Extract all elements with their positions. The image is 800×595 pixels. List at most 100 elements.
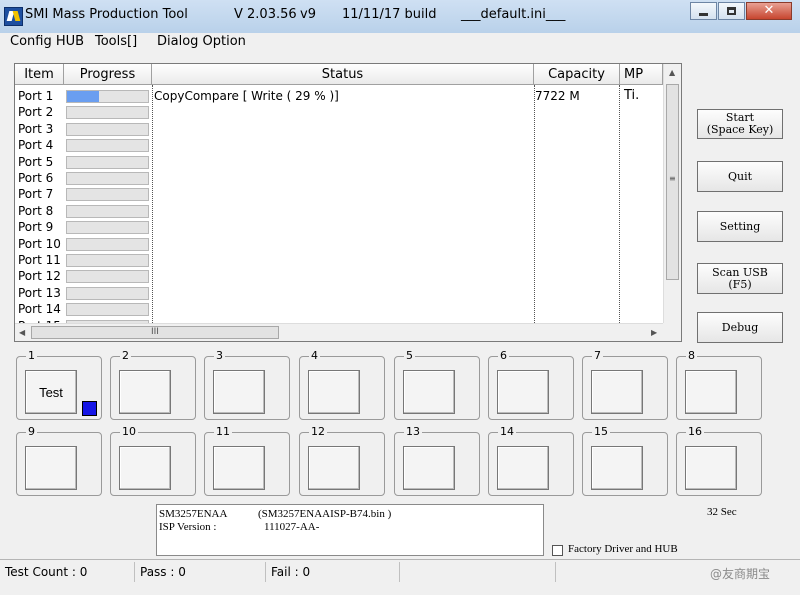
device-slot: 8: [676, 349, 762, 420]
slot-number: 16: [686, 425, 704, 439]
slot-button[interactable]: [308, 370, 360, 414]
close-button[interactable]: ✕: [746, 2, 792, 20]
menu-tools[interactable]: Tools[]: [95, 34, 137, 49]
slot-button[interactable]: Test: [25, 370, 77, 414]
menu-config-hub[interactable]: Config HUB: [10, 34, 84, 49]
port-label: Port 12: [18, 269, 61, 284]
progress-bar: [66, 172, 149, 185]
port-1-capacity: 7722 M: [535, 89, 580, 103]
menu-bar: Config HUB Tools[] Dialog Option: [0, 33, 800, 53]
start-button[interactable]: Start (Space Key): [697, 109, 783, 139]
status-empty-cell: [400, 562, 556, 582]
slot-button[interactable]: [685, 370, 737, 414]
slot-number: 2: [120, 349, 131, 363]
col-header-progress[interactable]: Progress: [64, 64, 152, 85]
status-bar: Test Count : 0 Pass : 0 Fail : 0: [0, 559, 800, 585]
slot-number: 13: [404, 425, 422, 439]
device-slot: 14: [488, 425, 574, 496]
app-logo-icon: [4, 7, 23, 26]
slot-button[interactable]: [119, 446, 171, 490]
port-label: Port 14: [18, 302, 61, 317]
col-header-mp-time[interactable]: MP Ti.: [620, 64, 663, 103]
progress-bar: [66, 221, 149, 235]
app-version: V 2.03.56: [234, 7, 297, 22]
progress-bar: [66, 106, 149, 120]
progress-bar: [66, 90, 149, 103]
port-label: Port 9: [18, 220, 54, 235]
setting-button[interactable]: Setting: [697, 211, 783, 242]
ini-file-name: ___default.ini___: [461, 7, 566, 22]
slot-number: 6: [498, 349, 509, 363]
start-button-hotkey: (Space Key): [706, 123, 774, 136]
slot-number: 5: [404, 349, 415, 363]
fail-count: Fail : 0: [266, 562, 400, 582]
factory-driver-checkbox[interactable]: [552, 545, 563, 556]
port-1-status: CopyCompare [ Write ( 29 % )]: [154, 89, 339, 103]
scan-usb-button[interactable]: Scan USB (F5): [697, 263, 783, 294]
port-label: Port 1: [18, 89, 54, 103]
vertical-scrollbar[interactable]: ▲ ≡: [663, 64, 681, 323]
slot-number: 7: [592, 349, 603, 363]
slot-number: 9: [26, 425, 37, 439]
progress-bar: [66, 303, 149, 317]
isp-version-label: ISP Version :: [159, 521, 217, 533]
slot-button[interactable]: [591, 370, 643, 414]
slot-button[interactable]: [213, 446, 265, 490]
menu-dialog-option[interactable]: Dialog Option: [157, 34, 246, 49]
minimize-icon: [699, 13, 708, 16]
slot-button[interactable]: [685, 446, 737, 490]
slot-button[interactable]: [403, 370, 455, 414]
scroll-grip-icon: III: [151, 327, 159, 337]
watermark-text: @友商期宝: [710, 567, 771, 581]
isp-version-value: 111027-AA-: [264, 521, 320, 533]
slot-number: 4: [309, 349, 320, 363]
horizontal-scrollbar[interactable]: ◀ III ▶: [15, 323, 663, 341]
slot-number: 12: [309, 425, 327, 439]
scan-usb-label: Scan USB: [712, 265, 768, 279]
col-header-item[interactable]: Item: [15, 64, 64, 85]
slot-number: 10: [120, 425, 138, 439]
minimize-button[interactable]: [690, 2, 717, 20]
progress-bar: [66, 286, 149, 300]
progress-bar: [66, 139, 149, 153]
port-label: Port 11: [18, 253, 61, 267]
device-slot: 11: [204, 425, 290, 496]
quit-button[interactable]: Quit: [697, 161, 783, 192]
slot-number: 15: [592, 425, 610, 439]
slot-button[interactable]: [497, 370, 549, 414]
chip-info-box: SM3257ENAA (SM3257ENAAISP-B74.bin ) ISP …: [156, 504, 544, 556]
progress-fill: [67, 91, 100, 102]
port-label: Port 2: [18, 105, 54, 120]
slot-button[interactable]: [403, 446, 455, 490]
device-slot: 7: [582, 349, 668, 420]
scroll-up-icon[interactable]: ▲: [669, 68, 675, 77]
slot-button[interactable]: [25, 446, 77, 490]
slot-button[interactable]: [497, 446, 549, 490]
device-slot: 9: [16, 425, 102, 496]
maximize-button[interactable]: [718, 2, 745, 20]
scroll-right-icon[interactable]: ▶: [651, 328, 657, 337]
pass-count: Pass : 0: [135, 562, 266, 582]
port-grid[interactable]: Item Progress Status Capacity MP Ti. Por…: [14, 63, 682, 342]
elapsed-time: 32 Sec: [707, 506, 737, 518]
scroll-grip-icon: ≡: [669, 174, 676, 183]
slot-button[interactable]: [213, 370, 265, 414]
slot-button[interactable]: [308, 446, 360, 490]
device-slot: 13: [394, 425, 480, 496]
col-header-capacity[interactable]: Capacity: [534, 64, 620, 85]
debug-button[interactable]: Debug: [697, 312, 783, 343]
build-date: 11/11/17 build: [342, 7, 437, 22]
close-icon: ✕: [763, 3, 775, 18]
column-divider: [619, 85, 620, 325]
port-label: Port 13: [18, 285, 61, 300]
device-slot: 2: [110, 349, 196, 420]
app-title: SMI Mass Production Tool: [25, 7, 188, 22]
slot-button[interactable]: [119, 370, 171, 414]
column-divider: [534, 85, 535, 325]
slot-status-indicator: [82, 401, 97, 416]
scroll-left-icon[interactable]: ◀: [19, 328, 25, 337]
window-controls: ✕: [689, 2, 792, 20]
device-slot: 6: [488, 349, 574, 420]
col-header-status[interactable]: Status: [152, 64, 534, 85]
slot-button[interactable]: [591, 446, 643, 490]
